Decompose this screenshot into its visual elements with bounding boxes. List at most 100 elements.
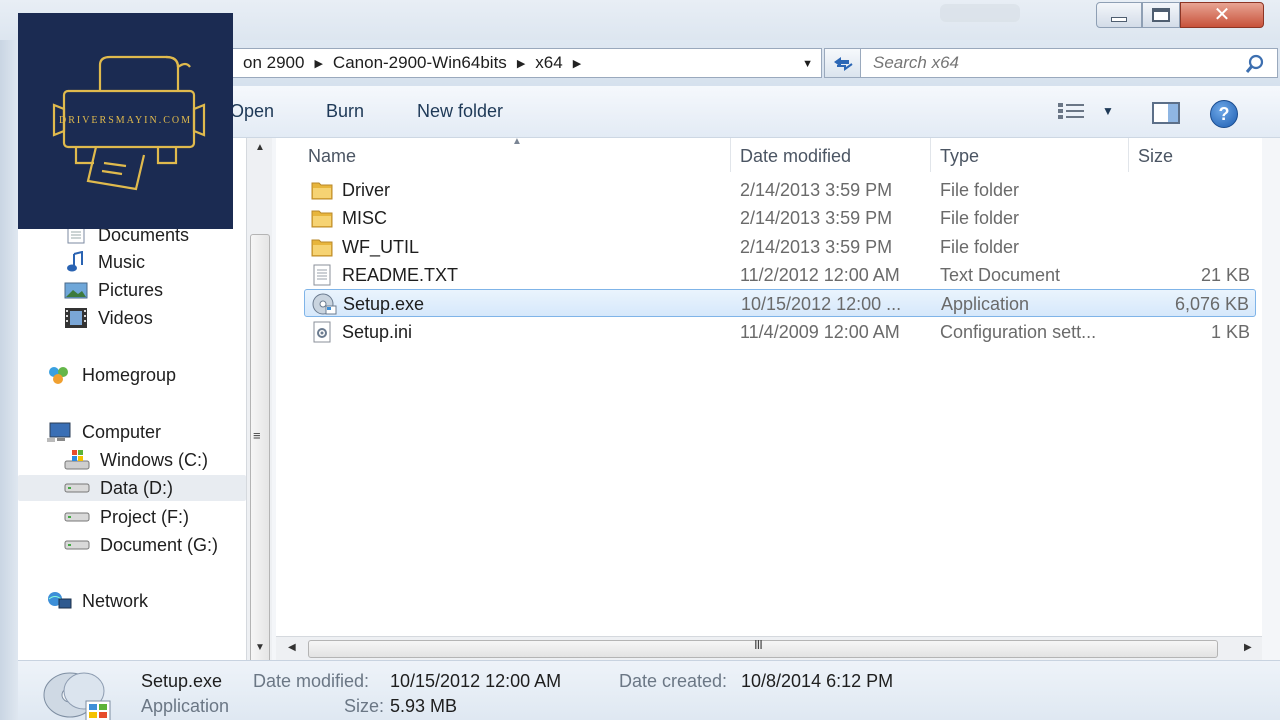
column-header-date-modified[interactable]: Date modified: [732, 142, 930, 170]
refresh-icon: [834, 57, 853, 71]
text-file-icon: [313, 264, 331, 286]
nav-item-homegroup[interactable]: Homegroup: [46, 362, 176, 388]
music-icon: [67, 251, 83, 272]
breadcrumb-item[interactable]: x64: [525, 53, 572, 73]
scroll-left-icon[interactable]: ◀: [288, 642, 296, 653]
file-row[interactable]: WF_UTIL 2/14/2013 3:59 PM File folder: [304, 233, 1256, 261]
nav-item-network[interactable]: Network: [46, 588, 148, 614]
file-row[interactable]: MISC 2/14/2013 3:59 PM File folder: [304, 204, 1256, 232]
nav-item-document-g[interactable]: Document (G:): [64, 532, 218, 558]
nav-item-pictures[interactable]: Pictures: [64, 277, 163, 303]
scroll-right-icon[interactable]: ▶: [1244, 642, 1252, 653]
details-file-name: Setup.exe: [141, 671, 223, 691]
nav-item-label: Music: [98, 251, 146, 272]
change-view-button[interactable]: ▼: [1058, 102, 1114, 120]
details-date-created-label: Date created:: [619, 671, 728, 691]
details-date-modified: 10/15/2012 12:00 AM: [390, 671, 562, 691]
file-row-selected[interactable]: Setup.exe 10/15/2012 12:00 ... Applicati…: [304, 289, 1256, 317]
column-header-type[interactable]: Type: [932, 142, 1128, 170]
search-input[interactable]: [873, 53, 1233, 73]
new-folder-button[interactable]: New folder: [417, 101, 503, 122]
details-file-type: Application: [141, 696, 230, 716]
file-row[interactable]: Setup.ini 11/4/2009 12:00 AM Configurati…: [304, 318, 1256, 346]
drive-icon: [64, 540, 90, 550]
maximize-icon: [1152, 8, 1170, 22]
file-date-modified: 11/2/2012 12:00 AM: [740, 265, 900, 285]
details-view-icon: [1058, 103, 1084, 119]
scrollbar-thumb[interactable]: [308, 640, 1218, 658]
details-size-label: Size:: [344, 696, 385, 716]
drive-icon: [64, 512, 90, 522]
homegroup-icon: [49, 367, 68, 384]
nav-item-data-d[interactable]: Data (D:): [18, 475, 246, 501]
nav-item-project-f[interactable]: Project (F:): [64, 504, 189, 530]
nav-item-music[interactable]: Music: [64, 249, 145, 275]
file-list: ▲ Name Date modified Type Size Driver 2/…: [276, 136, 1262, 636]
minimize-icon: [1111, 16, 1127, 22]
nav-item-windows-c[interactable]: Windows (C:): [64, 447, 208, 473]
file-size: 6,076 KB: [1174, 294, 1249, 314]
column-header-size[interactable]: Size: [1130, 142, 1260, 170]
minimize-button[interactable]: [1096, 2, 1142, 28]
file-size: 21 KB: [1200, 265, 1250, 285]
breadcrumb-item[interactable]: on 2900: [233, 53, 314, 73]
column-header-name[interactable]: Name: [300, 142, 730, 170]
breadcrumb-separator-icon[interactable]: ▶: [314, 57, 322, 70]
nav-item-label: Windows (C:): [100, 449, 209, 470]
nav-item-label: Pictures: [98, 279, 164, 300]
search-icon[interactable]: [1245, 54, 1265, 74]
details-date-created: 10/8/2014 6:12 PM: [741, 671, 894, 691]
address-bar[interactable]: on 2900 ▶ Canon-2900-Win64bits ▶ x64 ▶ ▼: [232, 48, 822, 78]
breadcrumb-item[interactable]: Canon-2900-Win64bits: [323, 53, 517, 73]
nav-item-label: Computer: [82, 421, 162, 442]
file-type: Text Document: [940, 265, 1061, 285]
help-button[interactable]: ?: [1210, 100, 1238, 128]
watermark-text: DRIVERSMAYIN.COM: [58, 115, 193, 126]
file-name: Driver: [342, 180, 390, 200]
file-name: WF_UTIL: [342, 237, 420, 257]
nav-item-label: Videos: [98, 307, 153, 328]
windows-drive-icon: [64, 450, 90, 470]
watermark-logo: DRIVERSMAYIN.COM: [18, 13, 233, 229]
nav-item-label: Data (D:): [100, 477, 174, 498]
setup-exe-icon: [312, 293, 337, 315]
refresh-button[interactable]: [824, 48, 862, 78]
file-size: 1 KB: [1210, 322, 1250, 342]
drive-icon: [64, 483, 90, 493]
address-dropdown-icon[interactable]: ▼: [802, 58, 813, 70]
pictures-icon: [64, 282, 88, 299]
horizontal-scrollbar[interactable]: ◀ III ▶: [276, 636, 1262, 660]
breadcrumb-separator-icon[interactable]: ▶: [573, 57, 581, 70]
file-date-modified: 2/14/2013 3:59 PM: [740, 208, 893, 228]
file-name: Setup.exe: [343, 294, 425, 314]
open-button[interactable]: Open: [230, 101, 274, 122]
view-dropdown-icon: ▼: [1102, 104, 1114, 118]
setup-exe-large-icon: [43, 672, 111, 720]
burn-button[interactable]: Burn: [326, 101, 364, 122]
search-box[interactable]: [860, 48, 1278, 78]
scroll-grip-icon: III: [754, 637, 763, 652]
close-button[interactable]: ✕: [1180, 2, 1264, 28]
folder-icon: [311, 239, 333, 257]
scroll-up-icon[interactable]: ▲: [255, 142, 265, 153]
computer-icon: [47, 422, 71, 442]
file-type: Application: [941, 294, 1030, 314]
nav-item-videos[interactable]: Videos: [64, 305, 153, 331]
details-pane: Setup.exe Application Date modified: 10/…: [18, 660, 1280, 720]
details-date-modified-label: Date modified:: [253, 671, 370, 691]
preview-pane-icon[interactable]: [1152, 102, 1180, 124]
close-icon: ✕: [1213, 4, 1231, 26]
maximize-button[interactable]: [1142, 2, 1180, 28]
file-row[interactable]: README.TXT 11/2/2012 12:00 AM Text Docum…: [304, 261, 1256, 289]
scroll-down-icon[interactable]: ▼: [255, 642, 265, 653]
window-frame: [0, 0, 18, 720]
file-type: File folder: [940, 237, 1020, 257]
nav-item-computer[interactable]: Computer: [46, 419, 161, 445]
file-row[interactable]: Driver 2/14/2013 3:59 PM File folder: [304, 176, 1256, 204]
nav-item-label: Project (F:): [100, 506, 190, 527]
nav-item-label: Homegroup: [82, 364, 177, 385]
file-date-modified: 2/14/2013 3:59 PM: [740, 237, 893, 257]
navigation-scrollbar[interactable]: ▲ ≡ ▼: [246, 138, 272, 720]
breadcrumb-separator-icon[interactable]: ▶: [517, 57, 525, 70]
details-size: 5.93 MB: [390, 696, 458, 716]
